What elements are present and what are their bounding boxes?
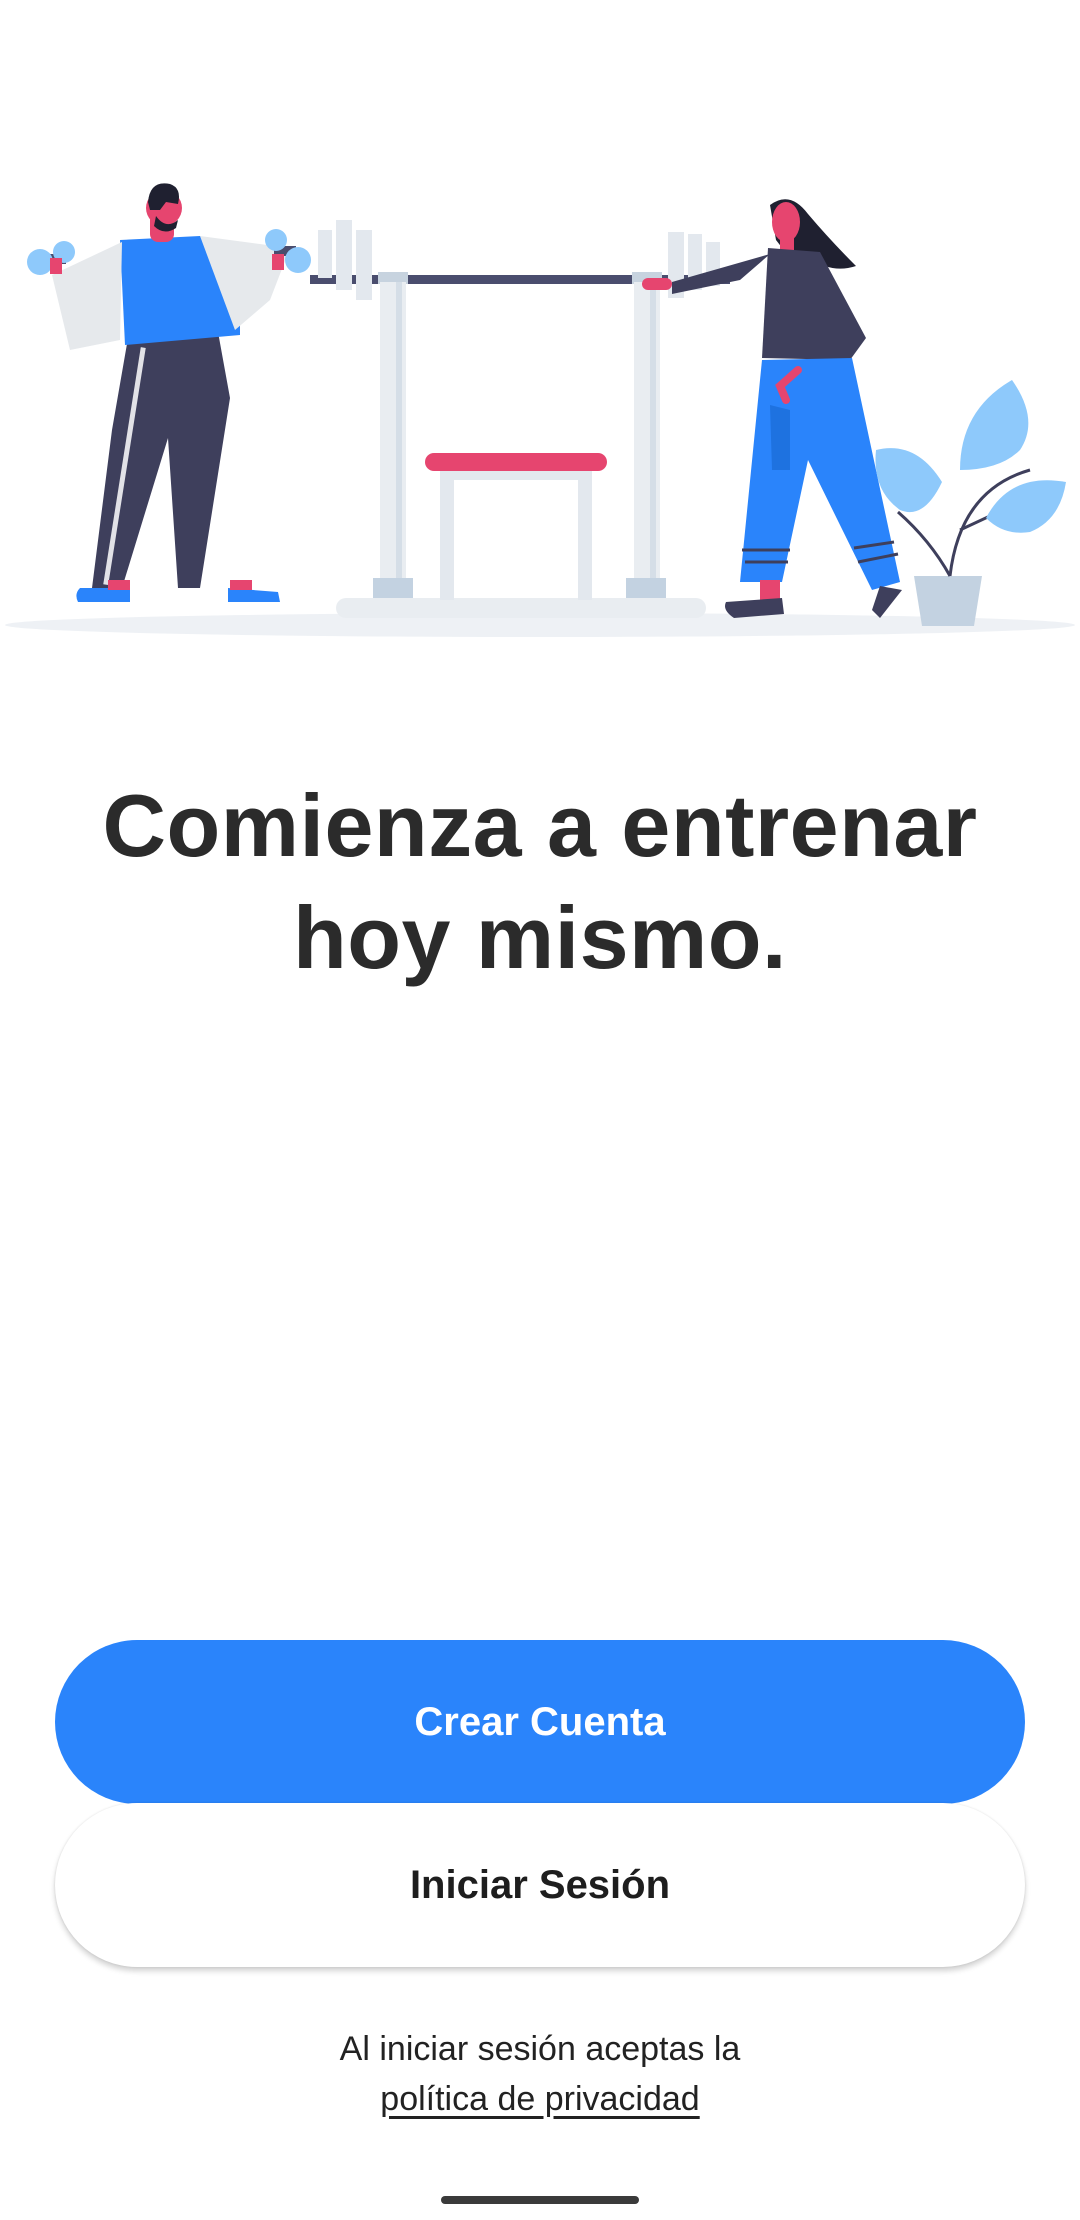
workout-bench xyxy=(425,453,607,600)
privacy-notice-text: Al iniciar sesión aceptas la xyxy=(339,2030,741,2068)
hero-illustration xyxy=(0,170,1080,650)
privacy-policy-link[interactable]: política de privacidad xyxy=(380,2074,699,2124)
login-button[interactable]: Iniciar Sesión xyxy=(55,1803,1025,1967)
page-title: Comienza a entrenar hoy mismo. xyxy=(60,770,1020,994)
privacy-notice: Al iniciar sesión aceptas la política de… xyxy=(0,2024,1080,2124)
man-with-dumbbells xyxy=(27,183,311,602)
gesture-navigation-bar[interactable] xyxy=(441,2196,639,2204)
page-title-line-1: Comienza a entrenar xyxy=(102,776,978,875)
potted-plant xyxy=(875,380,1066,626)
page-title-line-2: hoy mismo. xyxy=(293,888,787,987)
create-account-button[interactable]: Crear Cuenta xyxy=(55,1640,1025,1804)
